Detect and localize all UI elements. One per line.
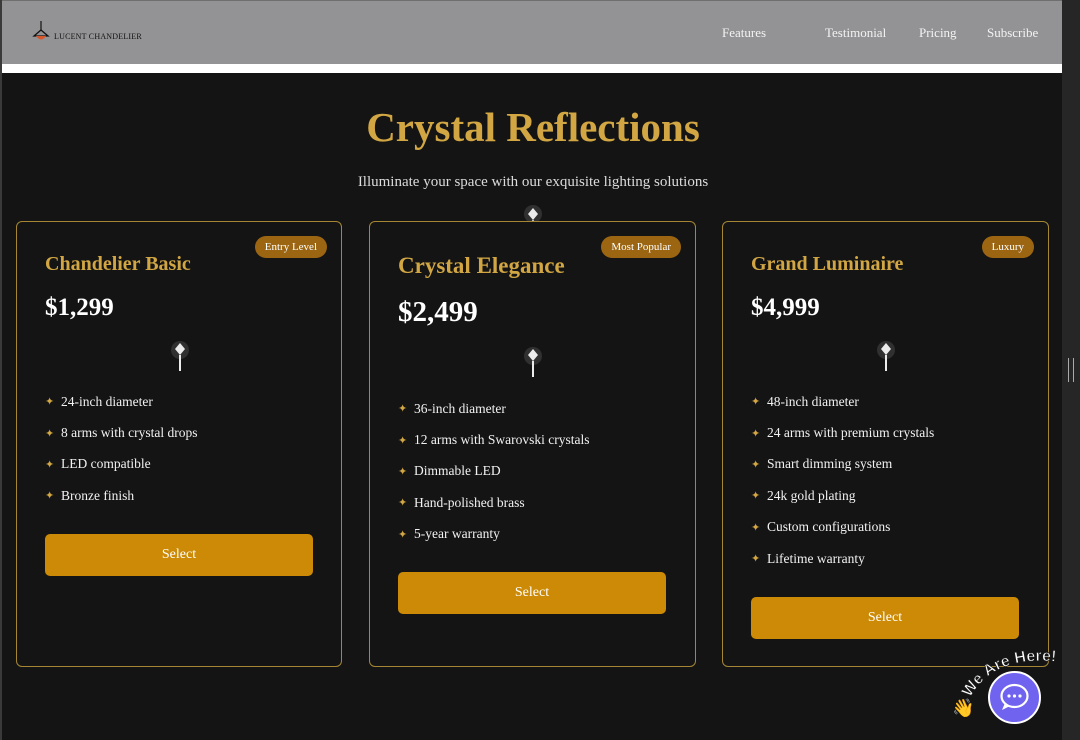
feature-text: Custom configurations bbox=[767, 519, 891, 535]
brand-name: LUCENT CHANDELIER bbox=[54, 31, 142, 41]
feature-item: ✦ 8 arms with crystal drops bbox=[45, 417, 197, 448]
sparkle-icon: ✦ bbox=[45, 458, 55, 471]
feature-item: ✦ Hand-polished brass bbox=[398, 487, 589, 518]
feature-item: ✦ Lifetime warranty bbox=[751, 543, 934, 574]
feature-text: 48-inch diameter bbox=[767, 393, 859, 409]
pricing-card-grand: Luxury Grand Luminaire $4,999 ✦ 48-inch d… bbox=[722, 221, 1049, 667]
sparkle-icon: ✦ bbox=[398, 434, 408, 447]
feature-text: Smart dimming system bbox=[767, 456, 893, 472]
feature-item: ✦ 24 arms with premium crystals bbox=[751, 417, 934, 448]
sparkle-icon: ✦ bbox=[398, 528, 408, 541]
waving-hand-icon: 👋 bbox=[952, 698, 974, 719]
pricing-card-basic: Entry Level Chandelier Basic $1,299 ✦ 24-… bbox=[16, 221, 342, 667]
nav-link-pricing[interactable]: Pricing bbox=[919, 25, 957, 41]
feature-text: 24 arms with premium crystals bbox=[767, 425, 935, 441]
sparkle-icon: ✦ bbox=[751, 427, 761, 440]
nav-link-subscribe[interactable]: Subscribe bbox=[987, 25, 1038, 41]
feature-list: ✦ 36-inch diameter ✦ 12 arms with Swarovsk… bbox=[398, 393, 589, 550]
feature-text: 5-year warranty bbox=[414, 526, 500, 542]
feature-item: ✦ LED compatible bbox=[45, 449, 197, 480]
feature-text: Bronze finish bbox=[61, 487, 135, 503]
sparkle-icon: ✦ bbox=[751, 396, 761, 409]
feature-text: Dimmable LED bbox=[414, 463, 501, 479]
sparkle-icon: ✦ bbox=[398, 403, 408, 416]
feature-item: ✦ Bronze finish bbox=[45, 480, 197, 511]
sparkle-icon: ✦ bbox=[751, 553, 761, 566]
badge-most-popular: Most Popular bbox=[601, 236, 681, 258]
card-price: $4,999 bbox=[751, 294, 820, 321]
sparkle-icon: ✦ bbox=[45, 490, 55, 503]
sparkle-icon: ✦ bbox=[751, 490, 761, 503]
card-title: Grand Luminaire bbox=[751, 253, 904, 275]
feature-text: 24k gold plating bbox=[767, 487, 856, 503]
chat-open-button[interactable] bbox=[988, 671, 1041, 724]
feature-item: ✦ 24k gold plating bbox=[751, 480, 934, 511]
card-price: $2,499 bbox=[398, 296, 478, 328]
card-title: Chandelier Basic bbox=[45, 253, 191, 275]
feature-item: ✦ Smart dimming system bbox=[751, 449, 934, 480]
feature-text: 12 arms with Swarovski crystals bbox=[414, 432, 590, 448]
sparkle-icon: ✦ bbox=[751, 458, 761, 471]
feature-item: ✦ Dimmable LED bbox=[398, 456, 589, 487]
hero-subtitle: Illuminate your space with our exquisite… bbox=[357, 174, 709, 190]
pendant-light-icon bbox=[877, 341, 895, 371]
feature-text: Lifetime warranty bbox=[767, 550, 865, 566]
pricing-card-elegance: Most Popular Crystal Elegance $2,499 ✦ 36… bbox=[369, 221, 696, 667]
chandelier-icon bbox=[32, 21, 50, 40]
card-price: $1,299 bbox=[45, 294, 114, 321]
feature-list: ✦ 48-inch diameter ✦ 24 arms with premium … bbox=[751, 386, 934, 574]
pendant-light-icon bbox=[524, 347, 542, 377]
nav-link-testimonial[interactable]: Testimonial bbox=[825, 25, 886, 41]
feature-item: ✦ 12 arms with Swarovski crystals bbox=[398, 424, 589, 455]
sparkle-icon: ✦ bbox=[398, 465, 408, 478]
sparkle-icon: ✦ bbox=[751, 521, 761, 534]
navbar: LUCENT CHANDELIER Features Testimonial P… bbox=[2, 0, 1062, 64]
chat-bubble-icon bbox=[1000, 683, 1029, 710]
nav-link-features[interactable]: Features bbox=[722, 25, 766, 41]
select-button-basic[interactable]: Select bbox=[45, 534, 313, 576]
card-title: Crystal Elegance bbox=[398, 253, 565, 278]
feature-item: ✦ 36-inch diameter bbox=[398, 393, 589, 424]
brand-logo[interactable]: LUCENT CHANDELIER bbox=[32, 21, 142, 43]
feature-item: ✦ 48-inch diameter bbox=[751, 386, 934, 417]
select-button-elegance[interactable]: Select bbox=[398, 572, 666, 614]
feature-text: 8 arms with crystal drops bbox=[61, 425, 198, 441]
feature-text: Hand-polished brass bbox=[414, 494, 525, 510]
feature-text: 36-inch diameter bbox=[414, 400, 506, 416]
pendant-light-icon bbox=[171, 341, 189, 371]
navbar-divider bbox=[2, 64, 1062, 73]
select-button-grand[interactable]: Select bbox=[751, 597, 1019, 639]
hero-title: Crystal Reflections bbox=[366, 104, 700, 150]
page-window: LUCENT CHANDELIER Features Testimonial P… bbox=[0, 0, 1062, 740]
sparkle-icon: ✦ bbox=[45, 396, 55, 409]
feature-item: ✦ 24-inch diameter bbox=[45, 386, 197, 417]
feature-list: ✦ 24-inch diameter ✦ 8 arms with crystal d… bbox=[45, 386, 197, 512]
badge-luxury: Luxury bbox=[981, 236, 1034, 258]
feature-text: 24-inch diameter bbox=[61, 393, 153, 409]
sparkle-icon: ✦ bbox=[398, 497, 408, 510]
resize-handle[interactable] bbox=[1068, 358, 1074, 382]
badge-entry-level: Entry Level bbox=[254, 236, 327, 258]
feature-item: ✦ 5-year warranty bbox=[398, 519, 589, 550]
sparkle-icon: ✦ bbox=[45, 427, 55, 440]
feature-item: ✦ Custom configurations bbox=[751, 512, 934, 543]
feature-text: LED compatible bbox=[61, 456, 151, 472]
